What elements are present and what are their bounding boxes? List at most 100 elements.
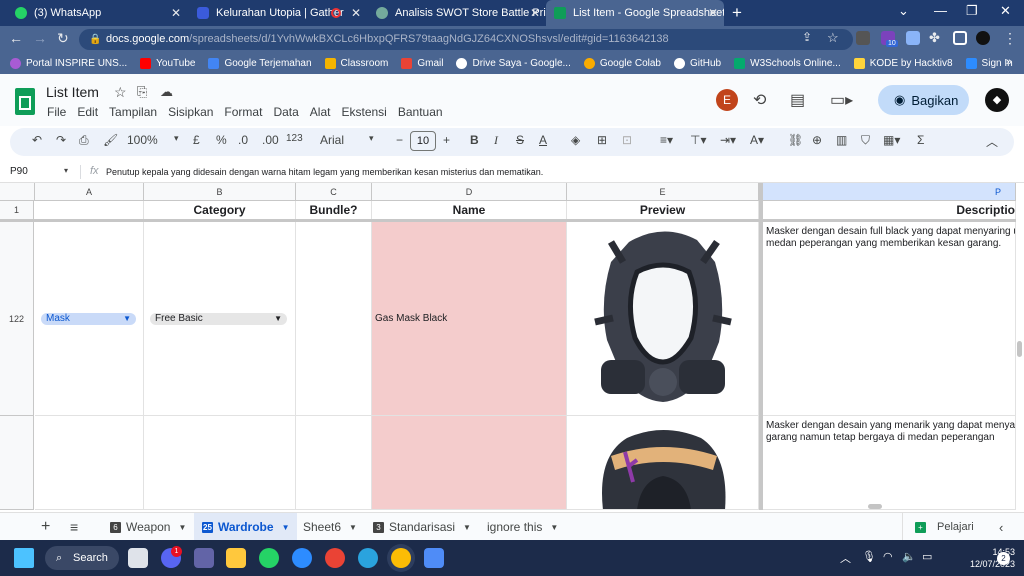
column-header-e[interactable]: E <box>567 183 759 201</box>
explore-button[interactable]: + Pelajari <box>902 513 974 541</box>
decrease-decimal-button[interactable]: .0 <box>238 133 248 147</box>
all-sheets-icon[interactable]: ≡ <box>70 513 78 541</box>
windows-start-icon[interactable] <box>14 548 34 568</box>
decrease-font-icon[interactable]: − <box>396 133 403 147</box>
bookmark-star-icon[interactable]: ☆ <box>827 30 839 46</box>
menu-insert[interactable]: Sisipkan <box>168 105 213 119</box>
italic-icon[interactable]: I <box>494 133 498 148</box>
table-cell-type[interactable]: Mask ▼ <box>35 222 144 416</box>
horizontal-align-icon[interactable]: ≡▾ <box>660 133 673 147</box>
filter-icon[interactable]: ⛉ <box>861 133 870 148</box>
sheet-tab-ignore-this[interactable]: ignore this ▼ <box>487 513 558 541</box>
column-header-d[interactable]: D <box>372 183 567 201</box>
font-size-input[interactable]: 10 <box>410 131 436 151</box>
bookmark-item[interactable]: Drive Saya - Google... <box>456 57 571 69</box>
functions-icon[interactable]: Σ <box>917 133 924 147</box>
browser-menu-icon[interactable]: ⋮ <box>1003 30 1017 47</box>
meet-icon[interactable]: ▭▸ <box>830 90 853 110</box>
menu-view[interactable]: Tampilan <box>109 105 157 119</box>
filter-views-icon[interactable]: ▦▾ <box>883 133 900 147</box>
header-cell-a[interactable] <box>35 201 144 220</box>
move-icon[interactable]: ⎘ <box>137 84 147 100</box>
table-cell-bundle[interactable] <box>296 222 372 416</box>
type-dropdown-chip[interactable]: Mask ▼ <box>41 313 136 325</box>
account-avatar[interactable]: ◆ <box>985 88 1009 112</box>
window-close-icon[interactable]: ✕ <box>1000 3 1011 19</box>
undo-icon[interactable]: ↶ <box>32 133 42 147</box>
taskbar-search[interactable]: ⌕ Search <box>45 546 119 570</box>
sheet-tab-standarisasi[interactable]: 3 Standarisasi ▼ <box>373 513 471 541</box>
currency-button[interactable]: £ <box>193 133 200 147</box>
history-icon[interactable]: ⟲ <box>753 90 766 110</box>
print-icon[interactable]: ⎙ <box>79 133 89 148</box>
column-header-p[interactable]: P <box>763 183 1016 201</box>
table-cell-name[interactable] <box>372 416 567 510</box>
sheet-tab-sheet6[interactable]: Sheet6 ▼ <box>303 513 357 541</box>
paint-format-icon[interactable]: 🖌 <box>103 133 118 147</box>
comment-icon[interactable]: ⊕ <box>812 133 822 147</box>
collapse-toolbar-icon[interactable]: ︿ <box>986 133 998 150</box>
column-header-c[interactable]: C <box>296 183 372 201</box>
select-all-corner[interactable] <box>0 183 35 201</box>
menu-file[interactable]: File <box>47 105 66 119</box>
bookmark-item[interactable]: YouTube <box>140 57 195 69</box>
extension-icon[interactable] <box>906 31 920 45</box>
borders-icon[interactable]: ⊞ <box>597 133 607 147</box>
back-icon[interactable]: ← <box>9 30 23 46</box>
name-box[interactable]: P90 <box>10 166 28 177</box>
table-cell-bundle[interactable] <box>296 416 372 510</box>
menu-format[interactable]: Format <box>224 105 262 119</box>
comments-icon[interactable]: ▤ <box>790 90 805 110</box>
collaborator-avatar[interactable]: E <box>716 89 738 111</box>
new-tab-button[interactable]: + <box>732 3 742 23</box>
header-cell-preview[interactable]: Preview <box>567 201 759 220</box>
table-cell-preview[interactable] <box>567 416 759 510</box>
table-cell-category[interactable]: Free Basic ▼ <box>144 222 296 416</box>
browser-tab-whatsapp[interactable]: (3) WhatsApp ✕ <box>7 0 187 26</box>
number-format-button[interactable]: 123 <box>286 133 303 144</box>
wifi-icon[interactable]: ◠ <box>883 550 893 563</box>
table-cell-type[interactable] <box>35 416 144 510</box>
horizontal-scrollbar-thumb[interactable] <box>868 504 882 509</box>
column-header-b[interactable]: B <box>144 183 296 201</box>
header-cell-bundle[interactable]: Bundle? <box>296 201 372 220</box>
formula-input[interactable]: Penutup kepala yang didesain dengan warn… <box>106 167 543 177</box>
bookmark-item[interactable]: Portal INSPIRE UNS... <box>10 57 127 69</box>
minimize-icon[interactable]: — <box>934 3 947 18</box>
teams-icon[interactable] <box>194 548 214 568</box>
text-wrap-icon[interactable]: ⇥▾ <box>720 133 736 147</box>
bookmark-item[interactable]: Google Colab <box>583 57 661 69</box>
link-icon[interactable]: ⛓ <box>788 133 803 147</box>
more-bookmarks-icon[interactable]: » <box>1006 56 1012 68</box>
profile-icon[interactable] <box>976 31 990 45</box>
menu-help[interactable]: Bantuan <box>398 105 443 119</box>
collapse-side-icon[interactable]: ‹ <box>999 513 1003 541</box>
table-cell-name[interactable]: Gas Mask Black <box>372 222 567 416</box>
close-icon[interactable]: ✕ <box>351 6 361 20</box>
strikethrough-icon[interactable]: S <box>516 133 524 147</box>
menu-edit[interactable]: Edit <box>77 105 98 119</box>
sheets-logo-icon[interactable] <box>15 88 35 115</box>
bookmark-item[interactable]: Classroom <box>324 57 388 69</box>
bookmark-item[interactable]: GitHub <box>674 57 721 69</box>
frozen-column-divider[interactable] <box>759 183 763 510</box>
battery-icon[interactable]: ▭ <box>922 550 932 563</box>
redo-icon[interactable]: ↷ <box>56 133 66 147</box>
document-title[interactable]: List Item <box>46 84 99 100</box>
chrome-icon[interactable] <box>325 548 345 568</box>
forward-icon[interactable]: → <box>33 30 47 46</box>
bookmark-item[interactable]: W3Schools Online... <box>734 57 841 69</box>
volume-icon[interactable]: 🔈 <box>902 550 916 563</box>
increase-font-icon[interactable]: + <box>443 133 450 147</box>
text-rotation-icon[interactable]: A▾ <box>750 133 764 147</box>
close-icon[interactable]: ✕ <box>530 6 540 20</box>
menu-tools[interactable]: Alat <box>310 105 331 119</box>
extensions-puzzle-icon[interactable]: ✤ <box>929 30 940 46</box>
notepad-icon[interactable] <box>424 548 444 568</box>
bookmark-item[interactable]: Gmail <box>401 57 443 69</box>
browser-tab-swot[interactable]: Analisis SWOT Store Battle Prime ✕ <box>368 0 546 26</box>
bookmark-item[interactable]: KODE by Hacktiv8 <box>853 57 953 69</box>
row-header[interactable]: 122 <box>0 222 34 416</box>
whatsapp-taskbar-icon[interactable] <box>259 548 279 568</box>
address-bar[interactable]: 🔒 docs.google.com/spreadsheets/d/1YvhWwk… <box>79 29 853 50</box>
